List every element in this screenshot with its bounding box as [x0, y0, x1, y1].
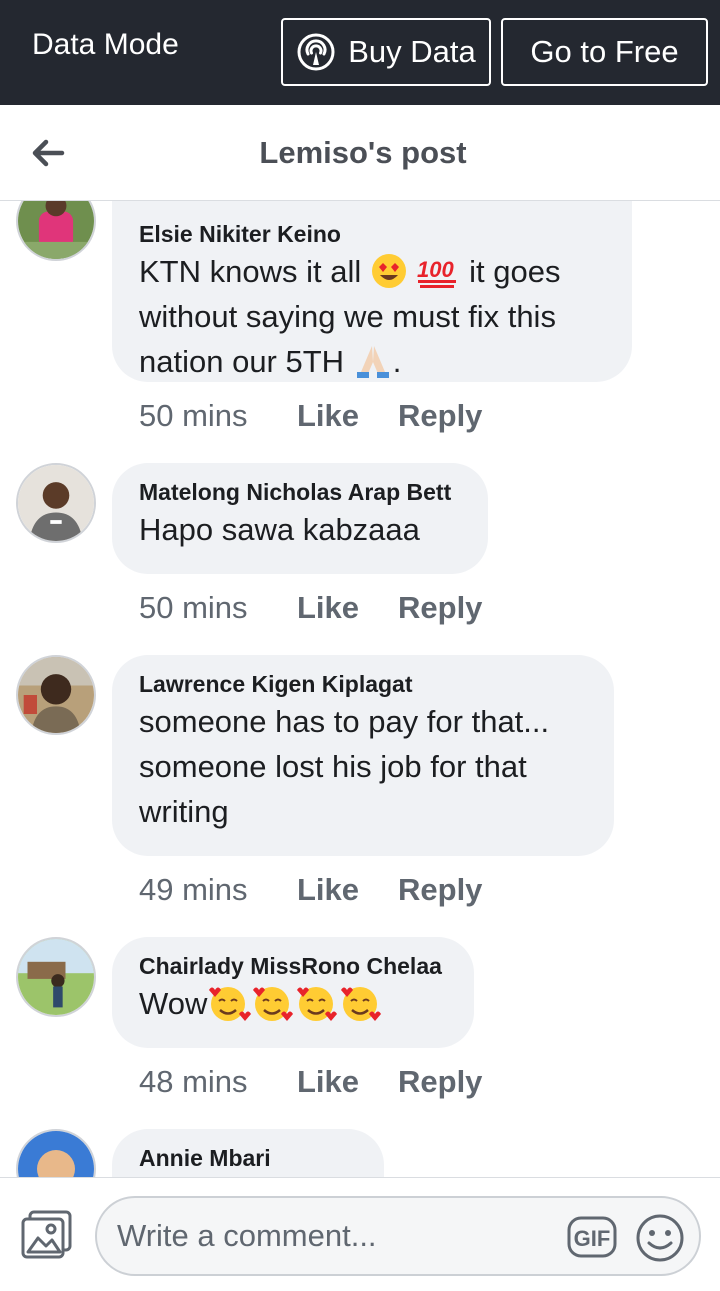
hundred-points-emoji: 100 [417, 257, 457, 288]
comment-author[interactable]: Annie Mbari [139, 1143, 358, 1173]
like-button[interactable]: Like [297, 398, 359, 434]
comment-bubble[interactable]: Annie Mbari [112, 1129, 384, 1177]
comment-author[interactable]: Matelong Nicholas Arap Bett [139, 477, 462, 507]
comment-time[interactable]: 48 mins [139, 1064, 248, 1099]
comment-author[interactable]: Chairlady MissRono Chelaa [139, 951, 448, 981]
comment-placeholder: Write a comment... [117, 1218, 377, 1253]
reply-button[interactable]: Reply [398, 872, 482, 908]
like-button[interactable]: Like [297, 872, 359, 908]
photo-icon[interactable] [20, 1210, 74, 1260]
smiling-face-with-hearts-emoji [209, 986, 382, 1021]
reply-button[interactable]: Reply [398, 1064, 482, 1100]
go-to-free-label: Go to Free [530, 34, 679, 69]
comment-actions: 49 mins Like Reply [139, 872, 482, 908]
go-to-free-button[interactable]: Go to Free [501, 18, 708, 86]
comment-time[interactable]: 50 mins [139, 398, 248, 433]
heart-eyes-emoji [371, 253, 406, 288]
broadcast-icon [297, 33, 335, 71]
gif-label: GIF [574, 1226, 611, 1251]
like-button[interactable]: Like [297, 590, 359, 626]
reply-button[interactable]: Reply [398, 590, 482, 626]
comment-text-part: KTN knows it all [139, 254, 362, 289]
buy-data-button[interactable]: Buy Data [281, 18, 491, 86]
avatar[interactable] [16, 655, 96, 735]
emoji-icon[interactable] [635, 1213, 685, 1263]
avatar[interactable] [16, 201, 96, 261]
avatar[interactable] [16, 1129, 96, 1177]
comment-text: someone has to pay for that... someone l… [139, 704, 550, 829]
reply-button[interactable]: Reply [398, 398, 482, 434]
comments-list[interactable]: Elsie Nikiter Keino KTN knows it all 100… [0, 201, 720, 1177]
post-header: Lemiso's post [0, 105, 720, 201]
svg-text:100: 100 [417, 257, 454, 282]
comment-bubble[interactable]: Lawrence Kigen Kiplagat someone has to p… [112, 655, 614, 856]
comment-bubble[interactable]: Elsie Nikiter Keino KTN knows it all 100… [112, 201, 632, 382]
comment-author[interactable]: Elsie Nikiter Keino [139, 219, 606, 249]
comment-time[interactable]: 50 mins [139, 590, 248, 625]
comment-author[interactable]: Lawrence Kigen Kiplagat [139, 669, 588, 699]
comment-text: Wow [139, 981, 448, 1026]
folded-hands-emoji [356, 345, 389, 378]
data-mode-label: Data Mode [32, 28, 179, 61]
page-title: Lemiso's post [259, 135, 467, 170]
comment-input[interactable]: Write a comment... GIF [95, 1196, 701, 1276]
avatar[interactable] [16, 463, 96, 543]
comment-text-part: . [392, 344, 402, 379]
gif-icon[interactable]: GIF [567, 1216, 617, 1258]
comment-text-part: Wow [139, 986, 208, 1021]
comment-actions: 48 mins Like Reply [139, 1064, 482, 1100]
like-button[interactable]: Like [297, 1064, 359, 1100]
comment-bubble[interactable]: Chairlady MissRono Chelaa Wow [112, 937, 474, 1048]
comment-text: Hapo sawa kabzaaa [139, 512, 420, 547]
data-mode-bar: Data Mode Buy Data Go to Free [0, 0, 720, 105]
comment-actions: 50 mins Like Reply [139, 590, 482, 626]
comment-time[interactable]: 49 mins [139, 872, 248, 907]
comment-composer: Write a comment... GIF [0, 1177, 720, 1291]
comment-bubble[interactable]: Matelong Nicholas Arap Bett Hapo sawa ka… [112, 463, 488, 574]
comment-text: KTN knows it all 100 it goes without say… [139, 249, 606, 384]
avatar[interactable] [16, 937, 96, 1017]
comment-actions: 50 mins Like Reply [139, 398, 482, 434]
buy-data-label: Buy Data [348, 34, 476, 69]
